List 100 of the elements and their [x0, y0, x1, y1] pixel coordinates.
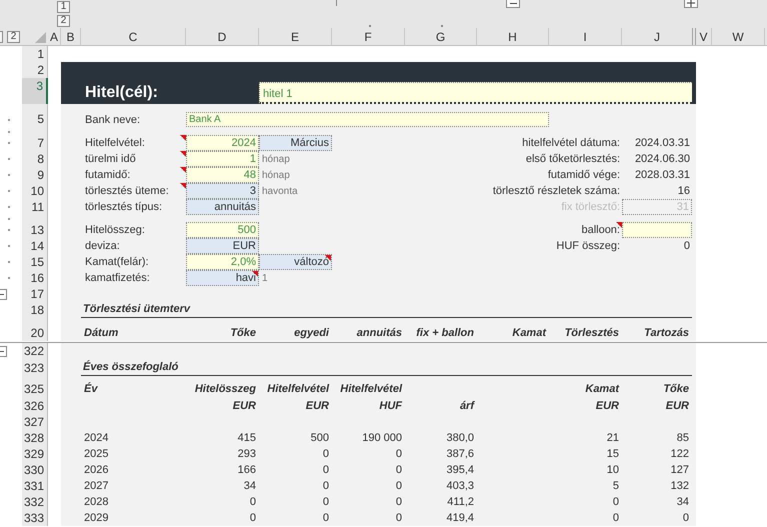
summary-label: első tőketörlesztés: — [526, 152, 621, 167]
row-header[interactable]: 11 — [22, 199, 48, 215]
input-field[interactable] — [622, 222, 692, 238]
table-cell-text: 0 — [248, 494, 257, 510]
column-header[interactable]: D — [186, 28, 259, 45]
summary-value: 2024.03.31 — [634, 136, 691, 151]
row-header[interactable]: 333 — [22, 510, 48, 526]
field-label: Kamat(felár): — [84, 255, 150, 270]
collapse-icon[interactable] — [506, 0, 520, 8]
row-header[interactable]: 18 — [22, 302, 48, 318]
row-header[interactable]: 16 — [22, 270, 48, 286]
row-header[interactable]: 2 — [22, 62, 48, 78]
column-header[interactable]: J — [622, 28, 696, 45]
table-cell-text: 34 — [676, 494, 690, 510]
column-header[interactable]: V — [696, 28, 712, 45]
row-header[interactable]: 8 — [22, 151, 48, 167]
table-cell-text: 411,2 — [446, 494, 475, 510]
row-header[interactable]: 5 — [22, 111, 48, 128]
section-title: Törlesztési ütemterv — [83, 302, 190, 317]
row-header[interactable]: 15 — [22, 254, 48, 270]
table-cell-text: 122 — [670, 446, 690, 462]
value-field[interactable]: változó — [259, 254, 332, 270]
table-cell-text: 293 — [236, 446, 257, 462]
outline-level-button[interactable]: 2 — [7, 30, 20, 42]
row-header[interactable]: 322 — [22, 343, 48, 360]
value-field[interactable]: EUR — [186, 238, 259, 254]
summary-label: hitelfelvétel dátuma: — [522, 136, 621, 151]
column-title: EUR — [304, 398, 330, 414]
table-cell-text: 0 — [394, 494, 403, 510]
expand-icon[interactable] — [684, 0, 698, 8]
column-header[interactable]: W — [712, 28, 765, 45]
summary-label: futamidő vége: — [548, 168, 621, 183]
column-header[interactable]: E — [259, 28, 332, 45]
collapse-icon[interactable] — [0, 288, 7, 300]
outline-level-button[interactable]: 1 — [57, 1, 70, 13]
column-header[interactable]: C — [81, 28, 186, 45]
row-header[interactable]: 332 — [22, 494, 48, 510]
collapse-icon[interactable] — [0, 346, 7, 357]
table-cell-text: 85 — [676, 430, 690, 446]
row-header[interactable]: 327 — [22, 414, 48, 430]
row-header[interactable]: 325 — [22, 381, 48, 398]
table-cell-text: 415 — [236, 430, 257, 446]
value-field[interactable]: havi — [186, 270, 259, 286]
table-cell-text: 0 — [322, 510, 330, 526]
table-cell-text: 2029 — [83, 510, 110, 526]
table-cell-text: 2025 — [83, 446, 110, 462]
value-field[interactable]: 3 — [186, 183, 259, 199]
column-header[interactable]: H — [477, 28, 549, 45]
table-cell-text: 419,4 — [445, 510, 475, 526]
column-title: HUF — [378, 398, 404, 414]
column-header[interactable]: I — [549, 28, 622, 45]
row-header[interactable]: 10 — [22, 183, 48, 199]
table-cell-text: 395,4 — [445, 462, 475, 478]
column-title: Tartozás — [643, 326, 690, 341]
column-header[interactable]: B — [61, 28, 81, 45]
row-header[interactable]: 323 — [22, 360, 48, 376]
outline-level-button[interactable]: 2 — [57, 15, 70, 27]
row-header[interactable]: 328 — [22, 430, 48, 446]
table-cell-text: 21 — [606, 430, 620, 446]
row-header[interactable]: 329 — [22, 446, 48, 462]
value-field[interactable]: Március — [259, 135, 332, 151]
value-field[interactable]: 48 — [186, 167, 259, 183]
summary-value: 0 — [682, 238, 691, 254]
table-cell-text: 127 — [670, 462, 690, 478]
unit-label: hónap — [261, 168, 290, 182]
row-header[interactable]: 17 — [22, 286, 48, 302]
column-header[interactable]: A — [48, 28, 61, 45]
table-cell-text: 500 — [310, 430, 330, 446]
table-cell-text: 0 — [322, 478, 330, 494]
column-title: EUR — [664, 398, 690, 414]
row-header[interactable]: 1 — [22, 46, 48, 62]
value-field[interactable]: annuitás — [186, 199, 259, 215]
summary-label: HUF összeg: — [556, 239, 621, 254]
table-cell-text: 132 — [670, 478, 690, 494]
title-input[interactable]: hitel 1 — [259, 82, 692, 104]
column-title: Tőke — [229, 326, 257, 341]
row-header[interactable]: 3 — [22, 78, 48, 104]
table-cell-text: 2028 — [83, 494, 110, 510]
row-header[interactable]: 20 — [22, 325, 48, 341]
row-header[interactable]: 14 — [22, 238, 48, 254]
table-cell-text: 34 — [242, 478, 257, 494]
column-header[interactable]: G — [405, 28, 477, 45]
row-header[interactable]: 331 — [22, 478, 48, 494]
column-title: Év — [83, 381, 99, 398]
outline-mark-icon — [336, 0, 337, 6]
table-cell-text: 166 — [236, 462, 257, 478]
row-header[interactable]: 7 — [22, 135, 48, 151]
field-label: deviza: — [84, 239, 121, 254]
row-header[interactable]: 326 — [22, 398, 48, 414]
row-header[interactable]: 330 — [22, 462, 48, 478]
row-header[interactable]: 13 — [22, 222, 48, 238]
column-title: Kamat — [584, 382, 620, 398]
table-cell-text: 380,0 — [445, 430, 475, 446]
row-header[interactable]: 9 — [22, 167, 48, 183]
table-cell-text: 403,3 — [445, 478, 475, 494]
column-header[interactable]: F — [332, 28, 405, 45]
column-title: EUR — [594, 398, 620, 414]
table-cell-text: 2026 — [83, 462, 110, 478]
field-label: Bank neve: — [84, 112, 142, 128]
table-cell-text: 387,6 — [445, 446, 475, 462]
